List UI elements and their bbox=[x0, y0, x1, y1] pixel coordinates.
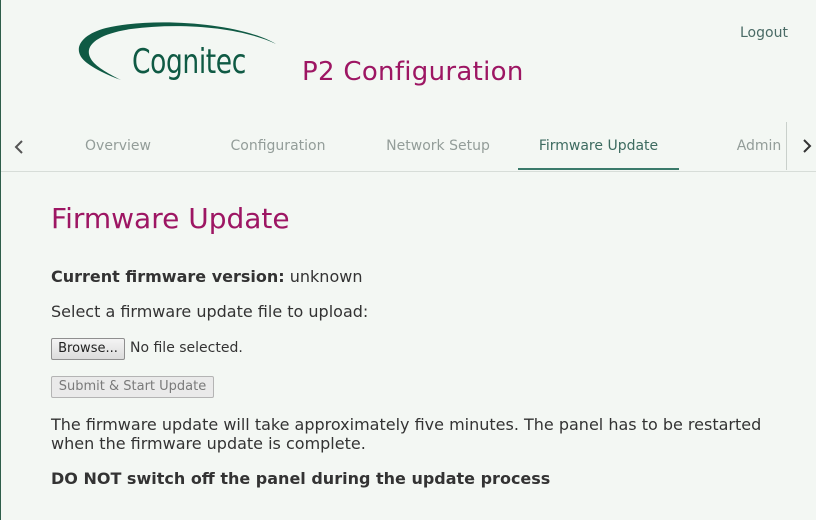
logo-text: Cognitec bbox=[132, 42, 246, 82]
header: Cognitec P2 Configuration Logout bbox=[1, 0, 816, 122]
selected-file-status: No file selected. bbox=[130, 340, 243, 356]
tab-firmware-update[interactable]: Firmware Update bbox=[518, 122, 679, 170]
tab-label: Admin bbox=[736, 138, 782, 154]
chevron-right-icon bbox=[803, 139, 812, 153]
tab-configuration[interactable]: Configuration bbox=[198, 122, 358, 170]
tab-label: Configuration bbox=[230, 138, 326, 154]
tab-scroll-right-button[interactable] bbox=[786, 122, 816, 170]
browse-button[interactable]: Browse... bbox=[51, 338, 125, 360]
cognitec-logo: Cognitec bbox=[73, 18, 283, 98]
tab-label: Network Setup bbox=[386, 138, 490, 154]
tab-bar: Overview Configuration Network Setup Fir… bbox=[1, 122, 816, 172]
update-info-text: The firmware update will take approximat… bbox=[51, 415, 762, 453]
logout-link[interactable]: Logout bbox=[740, 25, 788, 41]
page-title: P2 Configuration bbox=[302, 57, 524, 87]
tab-overview[interactable]: Overview bbox=[38, 122, 198, 170]
firmware-version-line: Current firmware version: unknown bbox=[51, 267, 362, 286]
chevron-left-icon bbox=[14, 140, 23, 154]
tab-label: Overview bbox=[85, 138, 151, 154]
firmware-version-value: unknown bbox=[289, 267, 363, 286]
tab-network-setup[interactable]: Network Setup bbox=[358, 122, 518, 170]
tab-scroll-left-button[interactable] bbox=[7, 135, 31, 159]
tab-label: Firmware Update bbox=[538, 138, 659, 154]
submit-start-update-button[interactable]: Submit & Start Update bbox=[51, 376, 214, 398]
section-heading: Firmware Update bbox=[51, 202, 290, 235]
update-warning-text: DO NOT switch off the panel during the u… bbox=[51, 469, 551, 488]
firmware-version-label: Current firmware version: bbox=[51, 267, 285, 286]
file-select-label: Select a firmware update file to upload: bbox=[51, 302, 369, 321]
